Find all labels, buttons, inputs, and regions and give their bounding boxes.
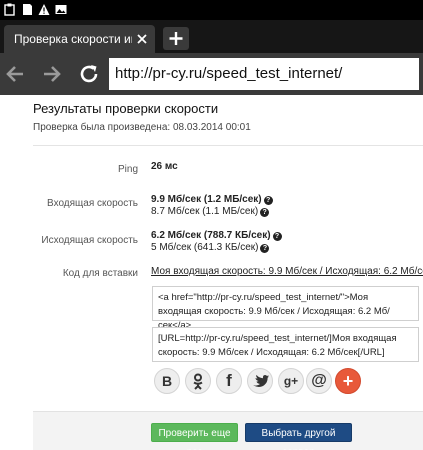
google-plus-share-button[interactable]: g+ [278,368,304,394]
more-share-button[interactable]: + [335,368,361,394]
back-icon[interactable] [3,62,27,86]
forward-icon[interactable] [40,62,64,86]
choose-server-button[interactable]: Выбрать другой сервер [245,423,352,450]
tab-title: Проверка скорости ин... [14,32,132,46]
email-share-button[interactable]: @ [306,368,332,394]
ping-value: 26 мс [151,161,178,172]
new-tab-button[interactable] [163,27,189,50]
close-icon[interactable] [135,32,149,46]
help-icon[interactable]: ? [260,208,270,217]
upload-value-alt: 5 Мб/сек (641.3 КБ/сек) [151,242,259,253]
download-value-main: 9.9 Мб/сек (1.2 МБ/сек) [151,194,262,205]
upload-value: 6.2 Мб/сек (788.7 КБ/сек)? [151,230,282,241]
warning-icon [38,4,50,15]
download-value: 9.9 Мб/сек (1.2 МБ/сек)? [151,194,273,205]
browser-tab[interactable]: Проверка скорости ин... [4,25,155,53]
odnoklassniki-share-button[interactable] [185,368,211,394]
upload-value-main: 6.2 Мб/сек (788.7 КБ/сек) [151,230,271,241]
ping-label: Ping [117,164,138,175]
help-icon[interactable]: ? [260,244,270,253]
browser-toolbar: http://pr-cy.ru/speed_test_internet/ [0,53,423,95]
odnoklassniki-icon [193,373,203,390]
upload-value-secondary: 5 Мб/сек (641.3 КБ/сек)? [151,242,270,253]
retest-button[interactable]: Проверить еще раз [151,423,238,450]
address-bar[interactable]: http://pr-cy.ru/speed_test_internet/ [109,58,419,90]
download-value-secondary: 8.7 Мб/сек (1.1 МБ/сек)? [151,206,270,217]
upload-label: Исходящая скорость [41,235,138,246]
check-date: Проверка была произведена: 08.03.2014 00… [33,122,251,133]
download-label: Входящая скорость [47,198,138,209]
ping-value-text: 26 мс [151,161,178,172]
plus-icon: + [342,371,354,391]
page-title: Результаты проверки скорости [33,101,219,116]
plus-icon [169,32,183,45]
status-bar [0,0,423,20]
action-bar: Проверить еще раз Выбрать другой сервер [33,411,423,450]
facebook-share-button[interactable]: f [216,368,242,394]
twitter-icon [253,375,269,388]
sd-card-icon [23,4,32,15]
html-code-field[interactable]: <a href="http://pr-cy.ru/speed_test_inte… [152,286,419,331]
image-icon [55,5,67,14]
facebook-icon: f [226,371,232,390]
vk-icon: B [161,373,173,389]
tab-strip: Проверка скорости ин... [0,20,423,53]
email-icon: @ [311,372,327,389]
help-icon[interactable]: ? [263,196,273,205]
page-content: Результаты проверки скорости Проверка бы… [0,95,423,450]
clipboard-icon [4,3,15,16]
google-plus-icon: g+ [283,374,299,388]
embed-preview-link[interactable]: Моя входящая скорость: 9.9 Мб/сек / Исхо… [151,266,423,277]
download-value-alt: 8.7 Мб/сек (1.1 МБ/сек) [151,206,259,217]
reload-icon[interactable] [77,62,101,86]
divider [33,145,423,146]
url-text: http://pr-cy.ru/speed_test_internet/ [115,65,343,82]
twitter-share-button[interactable] [247,368,273,394]
help-icon[interactable]: ? [272,232,282,241]
vk-share-button[interactable]: B [154,368,180,394]
embed-label: Код для вставки [62,268,138,279]
bbcode-field[interactable]: [URL=http://pr-cy.ru/speed_test_internet… [152,327,419,362]
